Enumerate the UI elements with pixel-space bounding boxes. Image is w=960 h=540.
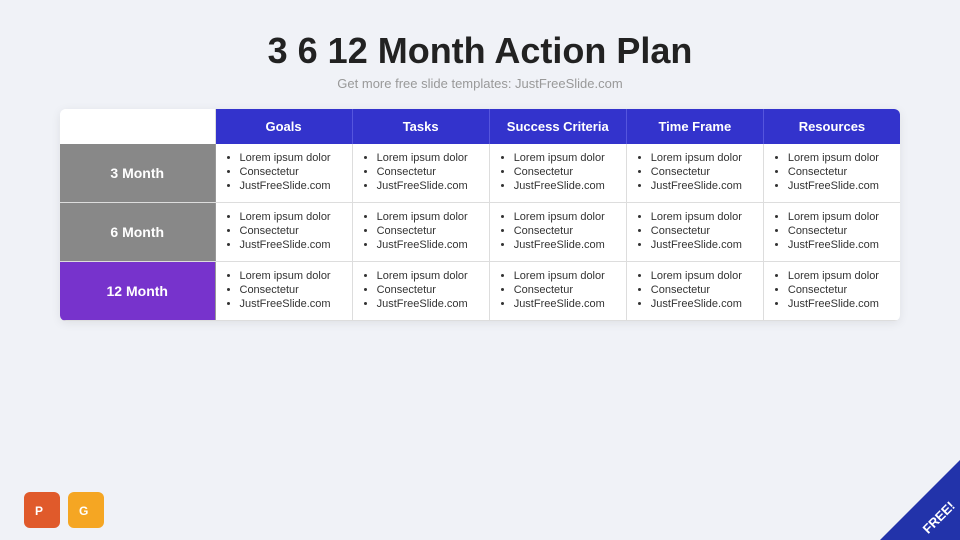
list-item: Consectetur [377,225,479,237]
page-title: 3 6 12 Month Action Plan [268,30,693,72]
list-item: Consectetur [651,225,753,237]
list-item: JustFreeSlide.com [788,180,890,192]
list-item: Lorem ipsum dolor [514,211,616,223]
list-item: Consectetur [240,225,342,237]
list-item: Consectetur [377,166,479,178]
table-row: 6 Month Lorem ipsum dolor Consectetur JustF… [60,203,900,262]
list-item: Consectetur [651,284,753,296]
table-cell: Lorem ipsum dolor Consectetur JustFreeSlid… [489,144,626,203]
table-row: 12 Month Lorem ipsum dolor Consectetur Just… [60,262,900,321]
list-item: Consectetur [788,284,890,296]
row-label-12-month: 12 Month [60,262,215,321]
list-item: Lorem ipsum dolor [377,152,479,164]
list-item: Lorem ipsum dolor [651,211,753,223]
list-item: Lorem ipsum dolor [788,152,890,164]
table-cell: Lorem ipsum dolor Consectetur JustFreeSlid… [626,262,763,321]
list-item: JustFreeSlide.com [651,239,753,251]
list-item: Consectetur [788,166,890,178]
header-col-goals: Goals [215,109,352,144]
list-item: Lorem ipsum dolor [377,211,479,223]
header-col-success-criteria: Success Criteria [489,109,626,144]
row-label-6-month: 6 Month [60,203,215,262]
list-item: Lorem ipsum dolor [240,270,342,282]
list-item: JustFreeSlide.com [514,298,616,310]
list-item: Lorem ipsum dolor [651,152,753,164]
table-cell: Lorem ipsum dolor Consectetur JustFreeSlid… [763,144,900,203]
list-item: Lorem ipsum dolor [240,211,342,223]
bottom-icons: P G [24,492,104,528]
list-item: Consectetur [651,166,753,178]
table-cell: Lorem ipsum dolor Consectetur JustFreeSlid… [352,262,489,321]
table-cell: Lorem ipsum dolor Consectetur JustFreeSlid… [489,203,626,262]
list-item: JustFreeSlide.com [651,180,753,192]
list-item: Consectetur [240,166,342,178]
header-col-time-frame: Time Frame [626,109,763,144]
svg-text:P: P [35,504,43,518]
table-row: 3 Month Lorem ipsum dolor Consectetur JustF… [60,144,900,203]
list-item: JustFreeSlide.com [788,298,890,310]
table-cell: Lorem ipsum dolor Consectetur JustFreeSlid… [215,203,352,262]
list-item: Consectetur [514,166,616,178]
svg-text:G: G [79,504,88,518]
list-item: JustFreeSlide.com [240,239,342,251]
free-badge: FREE! [880,460,960,540]
google-slides-icon: G [68,492,104,528]
list-item: Consectetur [788,225,890,237]
list-item: JustFreeSlide.com [514,180,616,192]
list-item: JustFreeSlide.com [651,298,753,310]
header-empty [60,109,215,144]
table-cell: Lorem ipsum dolor Consectetur JustFreeSlid… [352,144,489,203]
action-plan-table: GoalsTasksSuccess CriteriaTime FrameReso… [60,109,900,321]
list-item: JustFreeSlide.com [788,239,890,251]
list-item: Lorem ipsum dolor [377,270,479,282]
page-subtitle: Get more free slide templates: JustFreeS… [337,76,622,91]
table-cell: Lorem ipsum dolor Consectetur JustFreeSlid… [352,203,489,262]
header-col-resources: Resources [763,109,900,144]
list-item: JustFreeSlide.com [377,298,479,310]
list-item: Consectetur [377,284,479,296]
list-item: Lorem ipsum dolor [514,270,616,282]
slide: 3 6 12 Month Action Plan Get more free s… [0,0,960,540]
list-item: Lorem ipsum dolor [240,152,342,164]
header-col-tasks: Tasks [352,109,489,144]
list-item: JustFreeSlide.com [377,239,479,251]
table-cell: Lorem ipsum dolor Consectetur JustFreeSlid… [215,144,352,203]
powerpoint-icon: P [24,492,60,528]
list-item: JustFreeSlide.com [240,180,342,192]
list-item: Consectetur [514,225,616,237]
table-cell: Lorem ipsum dolor Consectetur JustFreeSlid… [763,203,900,262]
table-cell: Lorem ipsum dolor Consectetur JustFreeSlid… [763,262,900,321]
list-item: Lorem ipsum dolor [788,270,890,282]
list-item: JustFreeSlide.com [377,180,479,192]
free-badge-text: FREE! [920,498,958,536]
table-cell: Lorem ipsum dolor Consectetur JustFreeSlid… [489,262,626,321]
list-item: Lorem ipsum dolor [651,270,753,282]
table-cell: Lorem ipsum dolor Consectetur JustFreeSlid… [626,203,763,262]
list-item: Consectetur [514,284,616,296]
row-label-3-month: 3 Month [60,144,215,203]
list-item: JustFreeSlide.com [240,298,342,310]
list-item: JustFreeSlide.com [514,239,616,251]
list-item: Consectetur [240,284,342,296]
table-cell: Lorem ipsum dolor Consectetur JustFreeSlid… [626,144,763,203]
table-cell: Lorem ipsum dolor Consectetur JustFreeSlid… [215,262,352,321]
list-item: Lorem ipsum dolor [514,152,616,164]
list-item: Lorem ipsum dolor [788,211,890,223]
